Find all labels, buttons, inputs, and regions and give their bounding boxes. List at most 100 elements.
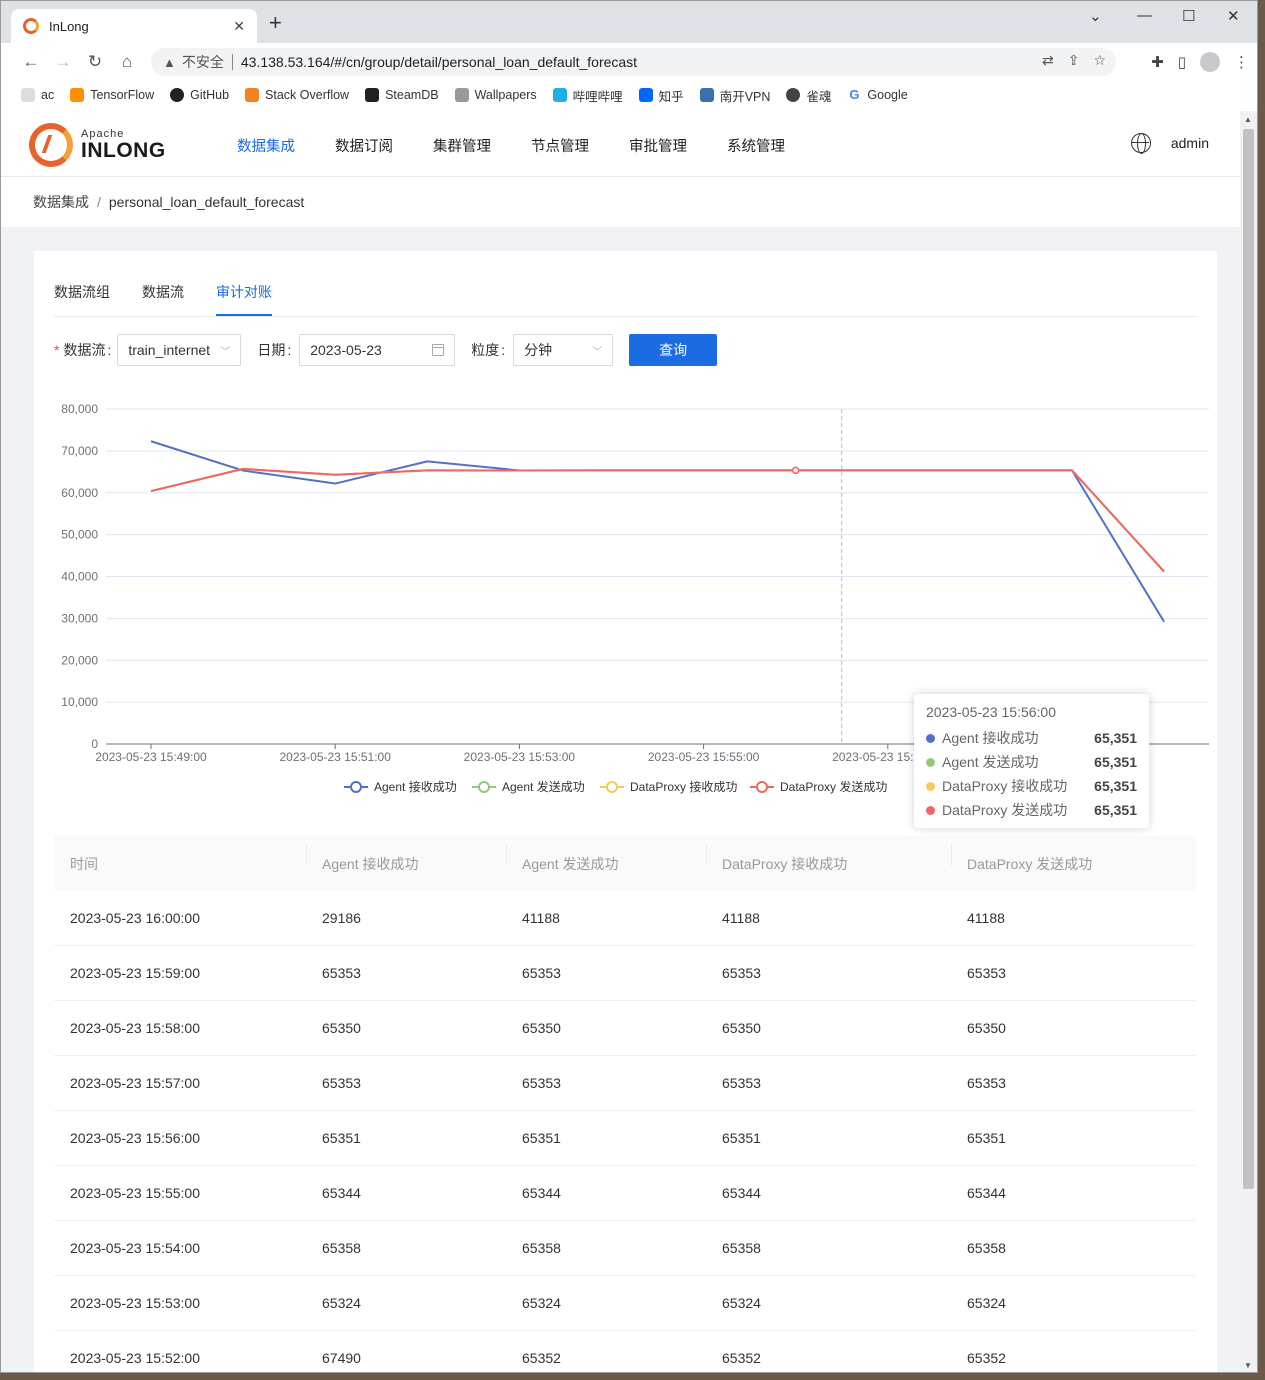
tooltip-series-name: DataProxy 发送成功 — [942, 802, 1068, 818]
page-content: Apache INLONG 数据集成 数据订阅 集群管理 节点管理 审批管理 系… — [1, 111, 1241, 1372]
table-cell: 67490 — [322, 1350, 361, 1366]
y-tick-label: 80,000 — [61, 402, 98, 416]
bookmark-google[interactable]: G Google — [847, 88, 907, 103]
colon: : — [107, 342, 112, 358]
table-cell: 65353 — [722, 965, 761, 981]
legend-marker-icon — [350, 781, 362, 793]
bookmark-github[interactable]: GitHub — [170, 88, 229, 102]
table-cell: 65353 — [522, 965, 561, 981]
home-icon[interactable]: ⌂ — [111, 52, 143, 72]
table-cell: 65324 — [967, 1295, 1006, 1311]
language-globe-icon[interactable] — [1130, 133, 1151, 154]
breadcrumb-item-data-integration[interactable]: 数据集成 — [33, 194, 89, 210]
bookmark-wallpapers[interactable]: Wallpapers — [454, 88, 537, 102]
reload-icon[interactable]: ↻ — [79, 52, 111, 72]
table-cell: 2023-05-23 16:00:00 — [70, 910, 200, 926]
tooltip-series-value: 65,351 — [1094, 754, 1137, 770]
menu-icon[interactable]: ⋮ — [1234, 53, 1249, 71]
new-tab-icon[interactable]: + — [269, 12, 282, 34]
inlong-logo[interactable]: Apache INLONG — [29, 123, 166, 167]
tooltip-series-name: DataProxy 接收成功 — [942, 778, 1068, 794]
bookmark-label: ac — [41, 88, 55, 102]
detail-card: 数据流组 数据流 审计对账 * 数据流: train_internet ﹀ 日期… — [34, 251, 1217, 1372]
series-line — [150, 467, 1165, 573]
bookmark-label: 知乎 — [658, 89, 684, 104]
forward-icon[interactable]: → — [47, 52, 79, 72]
table-cell: 29186 — [322, 910, 361, 926]
browser-tab[interactable]: InLong ✕ — [11, 9, 257, 43]
nav-data-integration[interactable]: 数据集成 — [237, 135, 295, 156]
bookmark-label: Wallpapers — [474, 88, 537, 102]
table-cell: 65353 — [967, 965, 1006, 981]
nav-node-management[interactable]: 节点管理 — [531, 135, 589, 156]
table-cell: 41188 — [722, 910, 760, 926]
back-icon[interactable]: ← — [15, 52, 47, 72]
tab-audit[interactable]: 审计对账 — [216, 282, 272, 316]
column-header-agent-received: Agent 接收成功 — [306, 843, 506, 874]
bookmark-ac[interactable]: ac — [21, 88, 54, 102]
audit-filters: * 数据流: train_internet ﹀ 日期: 2023-05-23 粒… — [54, 334, 718, 366]
calendar-icon — [432, 344, 445, 356]
share-icon[interactable]: ⇪ — [1068, 52, 1080, 69]
address-bar[interactable]: ▲ 不安全 43.138.53.164/#/cn/group/detail/pe… — [151, 48, 1116, 76]
bookmark-mahjongsoul[interactable]: 雀魂 — [786, 86, 831, 105]
maximize-icon[interactable]: ☐ — [1182, 7, 1195, 25]
table-row: 2023-05-23 15:58:00 65350 65350 65350 65350 — [54, 1001, 1196, 1056]
chart-tooltip: 2023-05-23 15:56:00 Agent 接收成功 65,351 Age… — [914, 694, 1149, 828]
nankai-vpn-icon — [699, 88, 714, 102]
extensions-icon[interactable]: ✚ — [1151, 53, 1164, 71]
app-header: Apache INLONG 数据集成 数据订阅 集群管理 节点管理 审批管理 系… — [1, 111, 1241, 177]
legend-label: DataProxy 接收成功 — [630, 779, 737, 794]
bookmark-zhihu[interactable]: 知乎 — [638, 86, 684, 105]
date-picker[interactable]: 2023-05-23 — [299, 334, 456, 366]
bilibili-icon — [552, 88, 567, 102]
legend-marker-icon — [478, 781, 490, 793]
query-button[interactable]: 查询 — [629, 334, 718, 366]
bookmark-steamdb[interactable]: SteamDB — [365, 88, 439, 102]
close-window-icon[interactable]: ✕ — [1227, 7, 1240, 25]
nav-approval-management[interactable]: 审批管理 — [629, 135, 687, 156]
tooltip-row: Agent 接收成功 65,351 — [926, 726, 1137, 750]
nav-cluster-management[interactable]: 集群管理 — [433, 135, 491, 156]
side-panel-icon[interactable]: ▯ — [1178, 53, 1186, 71]
legend-label: DataProxy 发送成功 — [780, 779, 887, 794]
table-cell: 65353 — [322, 1075, 361, 1091]
series-line — [150, 467, 1165, 573]
username[interactable]: admin — [1171, 135, 1209, 151]
table-cell: 65358 — [967, 1240, 1006, 1256]
bookmark-star-icon[interactable]: ☆ — [1093, 52, 1106, 69]
tab-search-icon[interactable]: ⌄ — [1089, 7, 1102, 25]
table-cell: 65351 — [967, 1130, 1006, 1146]
table-cell: 65353 — [522, 1075, 561, 1091]
scroll-up-icon[interactable]: ▲ — [1244, 115, 1252, 124]
bookmark-nankai-vpn[interactable]: 南开VPN — [699, 86, 770, 105]
profile-avatar[interactable] — [1200, 52, 1220, 72]
close-tab-icon[interactable]: ✕ — [233, 18, 245, 35]
table-row: 2023-05-23 15:54:00 65358 65358 65358 65358 — [54, 1221, 1196, 1276]
bookmark-stackoverflow[interactable]: Stack Overflow — [245, 88, 349, 102]
table-cell: 2023-05-23 15:54:00 — [70, 1240, 200, 1256]
url-text[interactable]: 43.138.53.164/#/cn/group/detail/personal… — [241, 54, 637, 70]
tooltip-row: Agent 发送成功 65,351 — [926, 750, 1137, 774]
page-scrollbar[interactable]: ▲ ▼ — [1240, 111, 1257, 1372]
scrollbar-thumb[interactable] — [1243, 129, 1254, 1189]
tooltip-series-value: 65,351 — [1094, 778, 1137, 794]
column-header-time: 时间 — [70, 855, 98, 872]
granularity-select[interactable]: 分钟 ﹀ — [513, 334, 614, 366]
nav-data-subscription[interactable]: 数据订阅 — [335, 135, 393, 156]
tooltip-series-name: Agent 发送成功 — [942, 754, 1039, 770]
scroll-down-icon[interactable]: ▼ — [1244, 1361, 1252, 1370]
translate-icon[interactable]: ⇄ — [1042, 52, 1054, 69]
steamdb-icon — [365, 88, 380, 102]
minimize-icon[interactable]: — — [1137, 7, 1152, 24]
stream-select[interactable]: train_internet ﹀ — [117, 334, 242, 366]
bookmark-tensorflow[interactable]: TensorFlow — [70, 88, 154, 102]
y-tick-label: 50,000 — [61, 528, 98, 542]
table-row: 2023-05-23 15:57:00 65353 65353 65353 65353 — [54, 1056, 1196, 1111]
tab-stream[interactable]: 数据流 — [142, 282, 184, 316]
tab-stream-group[interactable]: 数据流组 — [54, 282, 110, 316]
table-cell: 65353 — [722, 1075, 761, 1091]
nav-system-management[interactable]: 系统管理 — [727, 135, 785, 156]
warning-icon[interactable]: ▲ — [163, 55, 176, 70]
bookmark-bilibili[interactable]: 哔哩哔哩 — [552, 86, 623, 105]
